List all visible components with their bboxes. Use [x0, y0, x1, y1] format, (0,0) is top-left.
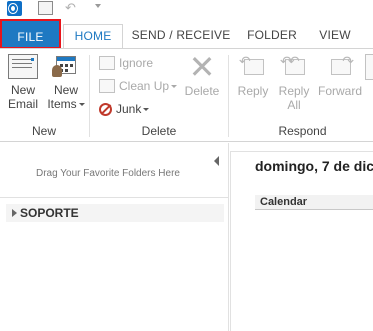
chevron-down-icon[interactable]	[95, 4, 101, 8]
new-items-button[interactable]: New Items	[45, 54, 87, 111]
account-label: SOPORTE	[20, 206, 79, 220]
ignore-icon	[99, 56, 115, 70]
group-label-new: New	[31, 124, 56, 138]
new-items-icon	[52, 54, 80, 79]
calendar-view: domingo, 7 de dic Calendar	[230, 143, 373, 331]
group-separator	[228, 55, 229, 137]
reply-button[interactable]: ↶ Reply	[234, 54, 272, 98]
account-folder-soporte[interactable]: SOPORTE	[6, 204, 224, 222]
undo-icon[interactable]: ↶	[65, 1, 81, 15]
reply-label: Reply	[237, 84, 269, 98]
send-receive-all-icon[interactable]	[38, 1, 53, 15]
chevron-down-icon	[143, 107, 150, 111]
calendar-header-label: Calendar	[260, 196, 308, 208]
group-label-delete: Delete	[141, 124, 177, 138]
group-label-respond: Respond	[278, 124, 327, 138]
favorites-drop-area[interactable]: Drag Your Favorite Folders Here	[0, 151, 229, 198]
tab-home[interactable]: HOME	[63, 24, 123, 50]
new-email-label-line1: New	[10, 83, 35, 97]
new-email-label-line2: Email	[7, 97, 38, 111]
reply-all-label-line2: All	[287, 98, 301, 112]
delete-icon: ✕	[188, 48, 216, 86]
junk-label: Junk	[116, 102, 142, 116]
outlook-icon	[7, 1, 22, 16]
tab-file[interactable]: FILE	[0, 19, 61, 49]
new-items-label-line2: Items	[45, 97, 87, 111]
clean-up-icon	[99, 79, 115, 93]
quick-access-toolbar: ↶	[0, 0, 373, 19]
ribbon-tabs: FILE HOME SEND / RECEIVE FOLDER VIEW	[0, 19, 373, 50]
calendar-column-header[interactable]: Calendar	[255, 195, 373, 210]
tab-send-receive[interactable]: SEND / RECEIVE	[130, 24, 232, 49]
delete-label: Delete	[184, 84, 220, 98]
more-respond-icon	[365, 54, 373, 80]
reply-all-icon: ↶ ↶	[280, 54, 308, 80]
delete-button[interactable]: ✕ Delete	[182, 48, 222, 98]
forward-button[interactable]: ↷ Forward	[315, 54, 365, 98]
new-email-icon	[8, 54, 38, 79]
new-email-button[interactable]: New Email	[4, 54, 42, 111]
clean-up-button[interactable]: Clean Up	[99, 76, 178, 96]
folder-pane: Drag Your Favorite Folders Here SOPORTE	[0, 143, 229, 331]
new-items-label-line1: New	[53, 83, 78, 97]
tab-view[interactable]: VIEW	[311, 24, 359, 49]
reply-all-button[interactable]: ↶ ↶ Reply All	[276, 54, 312, 112]
ignore-label: Ignore	[119, 56, 154, 70]
tab-folder[interactable]: FOLDER	[239, 24, 305, 49]
ignore-button[interactable]: Ignore	[99, 53, 153, 73]
forward-label: Forward	[317, 84, 362, 98]
chevron-down-icon	[171, 84, 178, 88]
forward-icon: ↷	[326, 54, 354, 80]
junk-icon	[99, 102, 112, 116]
reply-all-label-line1: Reply	[278, 84, 310, 98]
favorites-hint: Drag Your Favorite Folders Here	[36, 168, 180, 179]
date-heading: domingo, 7 de dic	[255, 158, 373, 174]
more-respond-button[interactable]	[364, 54, 373, 84]
junk-button[interactable]: Junk	[99, 99, 150, 119]
clean-up-label: Clean Up	[119, 79, 170, 93]
collapse-pane-icon[interactable]	[214, 156, 219, 166]
chevron-down-icon	[78, 103, 85, 107]
reply-icon: ↶	[239, 54, 267, 80]
divider	[230, 183, 231, 331]
expand-triangle-icon[interactable]	[12, 209, 17, 217]
ribbon: New Email New Items New Ignore Clean Up …	[0, 48, 373, 142]
